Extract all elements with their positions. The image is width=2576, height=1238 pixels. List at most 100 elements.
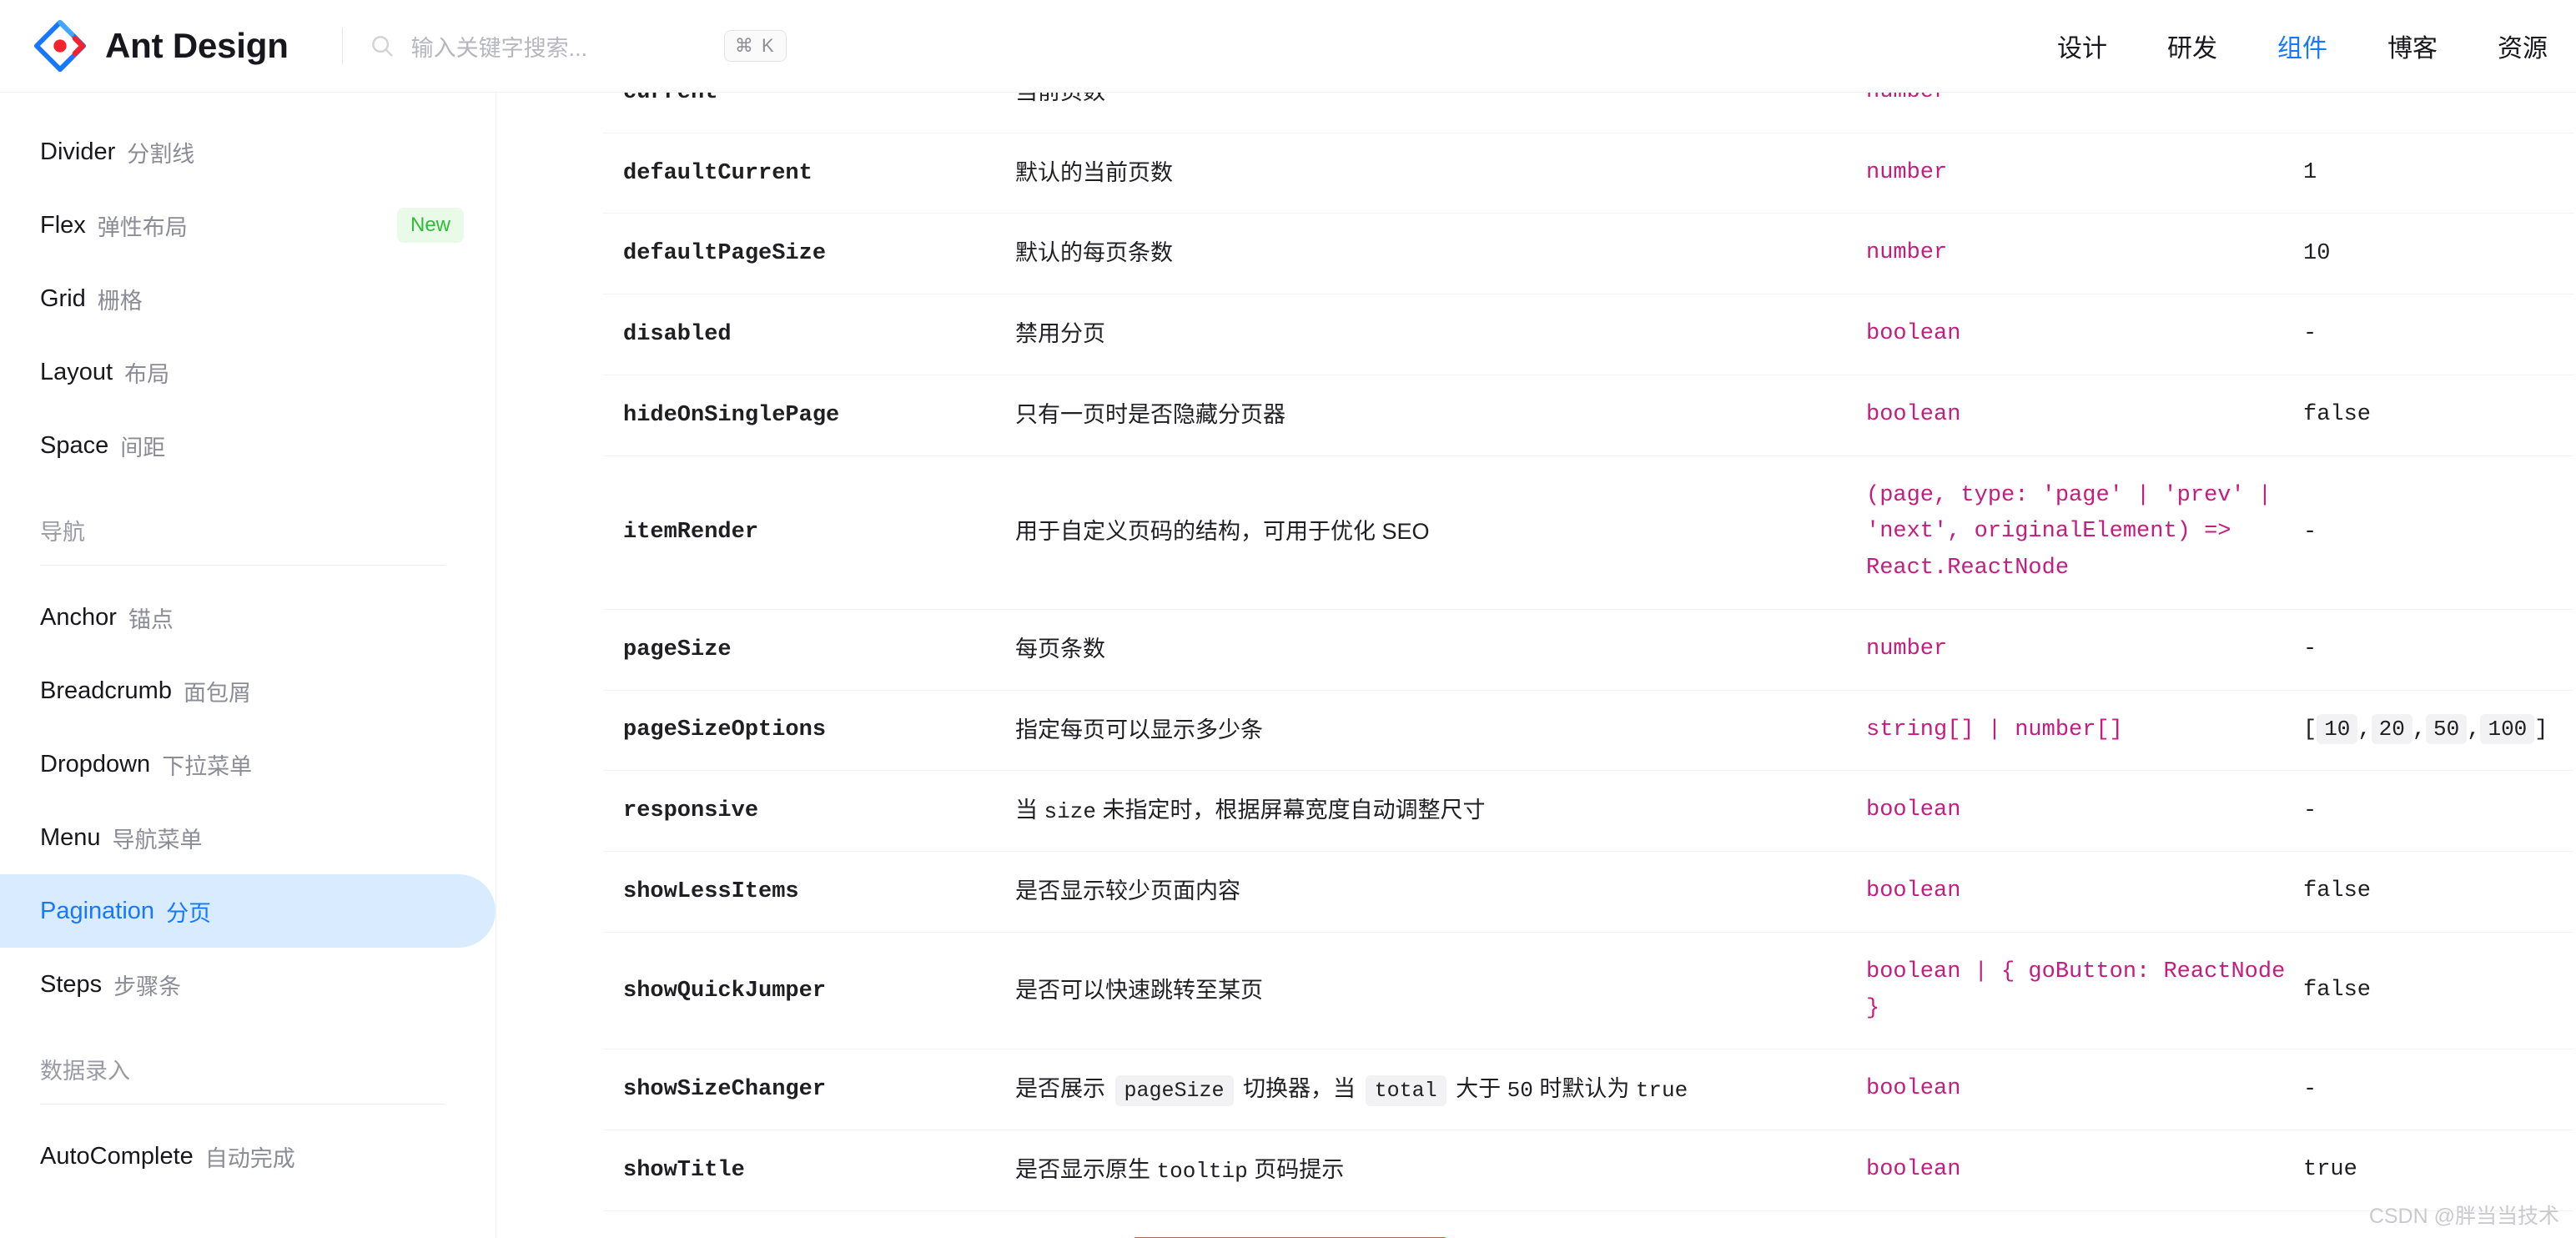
nav-item-design[interactable]: 设计 xyxy=(2057,28,2107,64)
cell-type: (page, type: 'page' | 'prev' | 'next', o… xyxy=(1866,455,2303,610)
sidebar-item-label-cn: 导航菜单 xyxy=(112,827,203,853)
ant-design-diamond-logo-icon xyxy=(33,19,87,73)
sidebar-item-flex[interactable]: Flex 弹性布局 New xyxy=(0,189,496,262)
sidebar-item-label-cn: 栅格 xyxy=(97,288,143,314)
search-icon xyxy=(371,36,393,57)
component-sidebar: Divider 分割线 Flex 弹性布局 New Grid 栅格 Layout 布局 Space… xyxy=(0,93,496,1238)
sidebar-item-anchor[interactable]: Anchor 锚点 xyxy=(0,581,496,654)
cell-default: false xyxy=(2303,851,2573,933)
cell-description: 当前页数 xyxy=(1015,93,1866,133)
inline-code-chip: 100 xyxy=(2480,713,2535,744)
sidebar-list: Divider 分割线 Flex 弹性布局 New Grid 栅格 Layout 布局 Space… xyxy=(0,93,496,1193)
table-row: showSizeChanger 是否展示 pageSize 切换器，当 total… xyxy=(603,1049,2573,1130)
sidebar-item-autocomplete[interactable]: AutoComplete 自动完成 xyxy=(0,1120,496,1193)
cell-type: boolean xyxy=(1866,1049,2303,1130)
cell-type: boolean xyxy=(1866,851,2303,933)
sidebar-item-label-cn: 下拉菜单 xyxy=(162,753,253,779)
nav-item-development[interactable]: 研发 xyxy=(2167,28,2217,64)
search-shortcut-badge: ⌘ K xyxy=(723,30,787,62)
cell-property: showTitle xyxy=(603,1130,1015,1211)
property-name: defaultCurrent xyxy=(623,160,813,186)
cell-property: defaultCurrent xyxy=(603,132,1015,214)
sidebar-item-label-en: Grid xyxy=(40,284,86,312)
sidebar-item-label-en: Space xyxy=(40,431,109,459)
property-name: current xyxy=(623,93,717,105)
sidebar-item-label-en: Layout xyxy=(40,358,113,385)
property-name: showQuickJumper xyxy=(623,978,827,1004)
cell-type: number xyxy=(1866,608,2303,691)
cell-default: 10 xyxy=(2303,213,2573,294)
cell-type: boolean xyxy=(1866,294,2303,375)
sidebar-item-pagination[interactable]: Pagination 分页 xyxy=(0,874,496,948)
property-name: showSizeChanger xyxy=(623,1077,827,1103)
inline-code-plain: size xyxy=(1044,799,1096,825)
table-row: hideOnSinglePage 只有一页时是否隐藏分页器 boolean false xyxy=(603,374,2573,456)
sidebar-item-breadcrumb[interactable]: Breadcrumb 面包屑 xyxy=(0,654,496,727)
sidebar-item-divider[interactable]: Divider 分割线 xyxy=(0,115,496,189)
search-box[interactable]: 输入关键字搜索... ⌘ K xyxy=(370,19,787,73)
sidebar-group-12: 数据录入 xyxy=(0,1021,496,1105)
cell-type: number xyxy=(1866,132,2303,214)
table-row: current 当前页数number- xyxy=(603,93,2573,133)
cell-description: 禁用分页 xyxy=(1015,294,1866,375)
brand-logo-link[interactable]: Ant Design xyxy=(33,19,289,73)
sidebar-item-space[interactable]: Space 间距 xyxy=(0,409,496,482)
cell-description: 指定每页可以显示多少条 xyxy=(1015,689,1866,771)
sidebar-item-label-cn: 步骤条 xyxy=(113,974,182,999)
sidebar-item-label-en: Breadcrumb xyxy=(40,677,172,704)
table-row: showLessItems 是否显示较少页面内容 boolean false xyxy=(603,851,2573,933)
cell-description: 默认的当前页数 xyxy=(1015,132,1866,214)
cell-description: 是否显示较少页面内容 xyxy=(1015,851,1866,933)
cell-property: pageSizeOptions xyxy=(603,689,1015,771)
cell-property: showSizeChanger xyxy=(603,1049,1015,1130)
sidebar-item-menu[interactable]: Menu 导航菜单 xyxy=(0,801,496,874)
table-row: defaultCurrent 默认的当前页数 number 1 xyxy=(603,132,2573,214)
sidebar-item-label-en: Flex xyxy=(40,211,86,239)
api-props-table: current当前页数number-defaultCurrent默认的当前页数n… xyxy=(603,93,2573,1238)
table-row: disabled 禁用分页 boolean - xyxy=(603,294,2573,375)
sidebar-item-grid[interactable]: Grid 栅格 xyxy=(0,262,496,335)
cell-property: responsive xyxy=(603,770,1015,852)
sidebar-item-dropdown[interactable]: Dropdown 下拉菜单 xyxy=(0,727,496,801)
table-row: showQuickJumper 是否可以快速跳转至某页 boolean | { go… xyxy=(603,931,2573,1049)
sidebar-item-label-en: AutoComplete xyxy=(40,1142,194,1170)
sidebar-item-label-cn: 自动完成 xyxy=(204,1145,295,1171)
sidebar-item-label-en: Dropdown xyxy=(40,750,151,778)
cell-description: 用于显示数据总量和当前数据顺序 xyxy=(1015,1210,1866,1238)
cell-description: 是否可以快速跳转至某页 xyxy=(1015,931,1866,1049)
search-input[interactable]: 输入关键字搜索... xyxy=(411,30,707,63)
sidebar-item-label-cn: 间距 xyxy=(120,435,166,460)
sidebar-item-new-badge: New xyxy=(396,208,464,243)
nav-item-resources[interactable]: 资源 xyxy=(2498,28,2548,64)
cell-description: 是否显示原生 tooltip 页码提示 xyxy=(1015,1130,1866,1211)
cell-property: pageSize xyxy=(603,608,1015,691)
property-name: hideOnSinglePage xyxy=(623,402,840,428)
cell-description: 每页条数 xyxy=(1015,608,1866,691)
sidebar-item-layout[interactable]: Layout 布局 xyxy=(0,335,496,409)
cell-property: showLessItems xyxy=(603,851,1015,933)
cell-type: number xyxy=(1866,213,2303,294)
table-row: showTitle 是否显示原生 tooltip 页码提示 boolean true xyxy=(603,1130,2573,1211)
property-name: pageSizeOptions xyxy=(623,717,827,743)
sidebar-item-steps[interactable]: Steps 步骤条 xyxy=(0,948,496,1021)
sidebar-item-label-cn: 布局 xyxy=(124,361,170,387)
cell-default: false xyxy=(2303,374,2573,456)
inline-code-plain: true xyxy=(1635,1077,1688,1103)
property-name: showTitle xyxy=(623,1157,745,1183)
sidebar-item-label-en: Steps xyxy=(40,970,103,998)
cell-default: - xyxy=(2303,608,2573,691)
sidebar-item-label-en: Divider xyxy=(40,138,116,165)
property-name: showLessItems xyxy=(623,878,799,904)
cell-description: 默认的每页条数 xyxy=(1015,213,1866,294)
nav-item-components[interactable]: 组件 xyxy=(2277,28,2327,64)
sidebar-item-label-cn: 弹性布局 xyxy=(97,214,188,240)
sidebar-item-label-cn: 分页 xyxy=(166,900,212,926)
nav-item-blog[interactable]: 博客 xyxy=(2387,28,2438,64)
cell-property: showQuickJumper xyxy=(603,931,1015,1049)
cell-default: - xyxy=(2303,294,2573,375)
inline-code-plain: tooltip xyxy=(1156,1158,1248,1184)
cell-property: itemRender xyxy=(603,455,1015,610)
table-row: pageSize 每页条数 number - xyxy=(603,608,2573,691)
inline-code-chip: 10 xyxy=(2317,713,2358,744)
cell-description: 用于自定义页码的结构，可用于优化 SEO xyxy=(1015,455,1866,610)
